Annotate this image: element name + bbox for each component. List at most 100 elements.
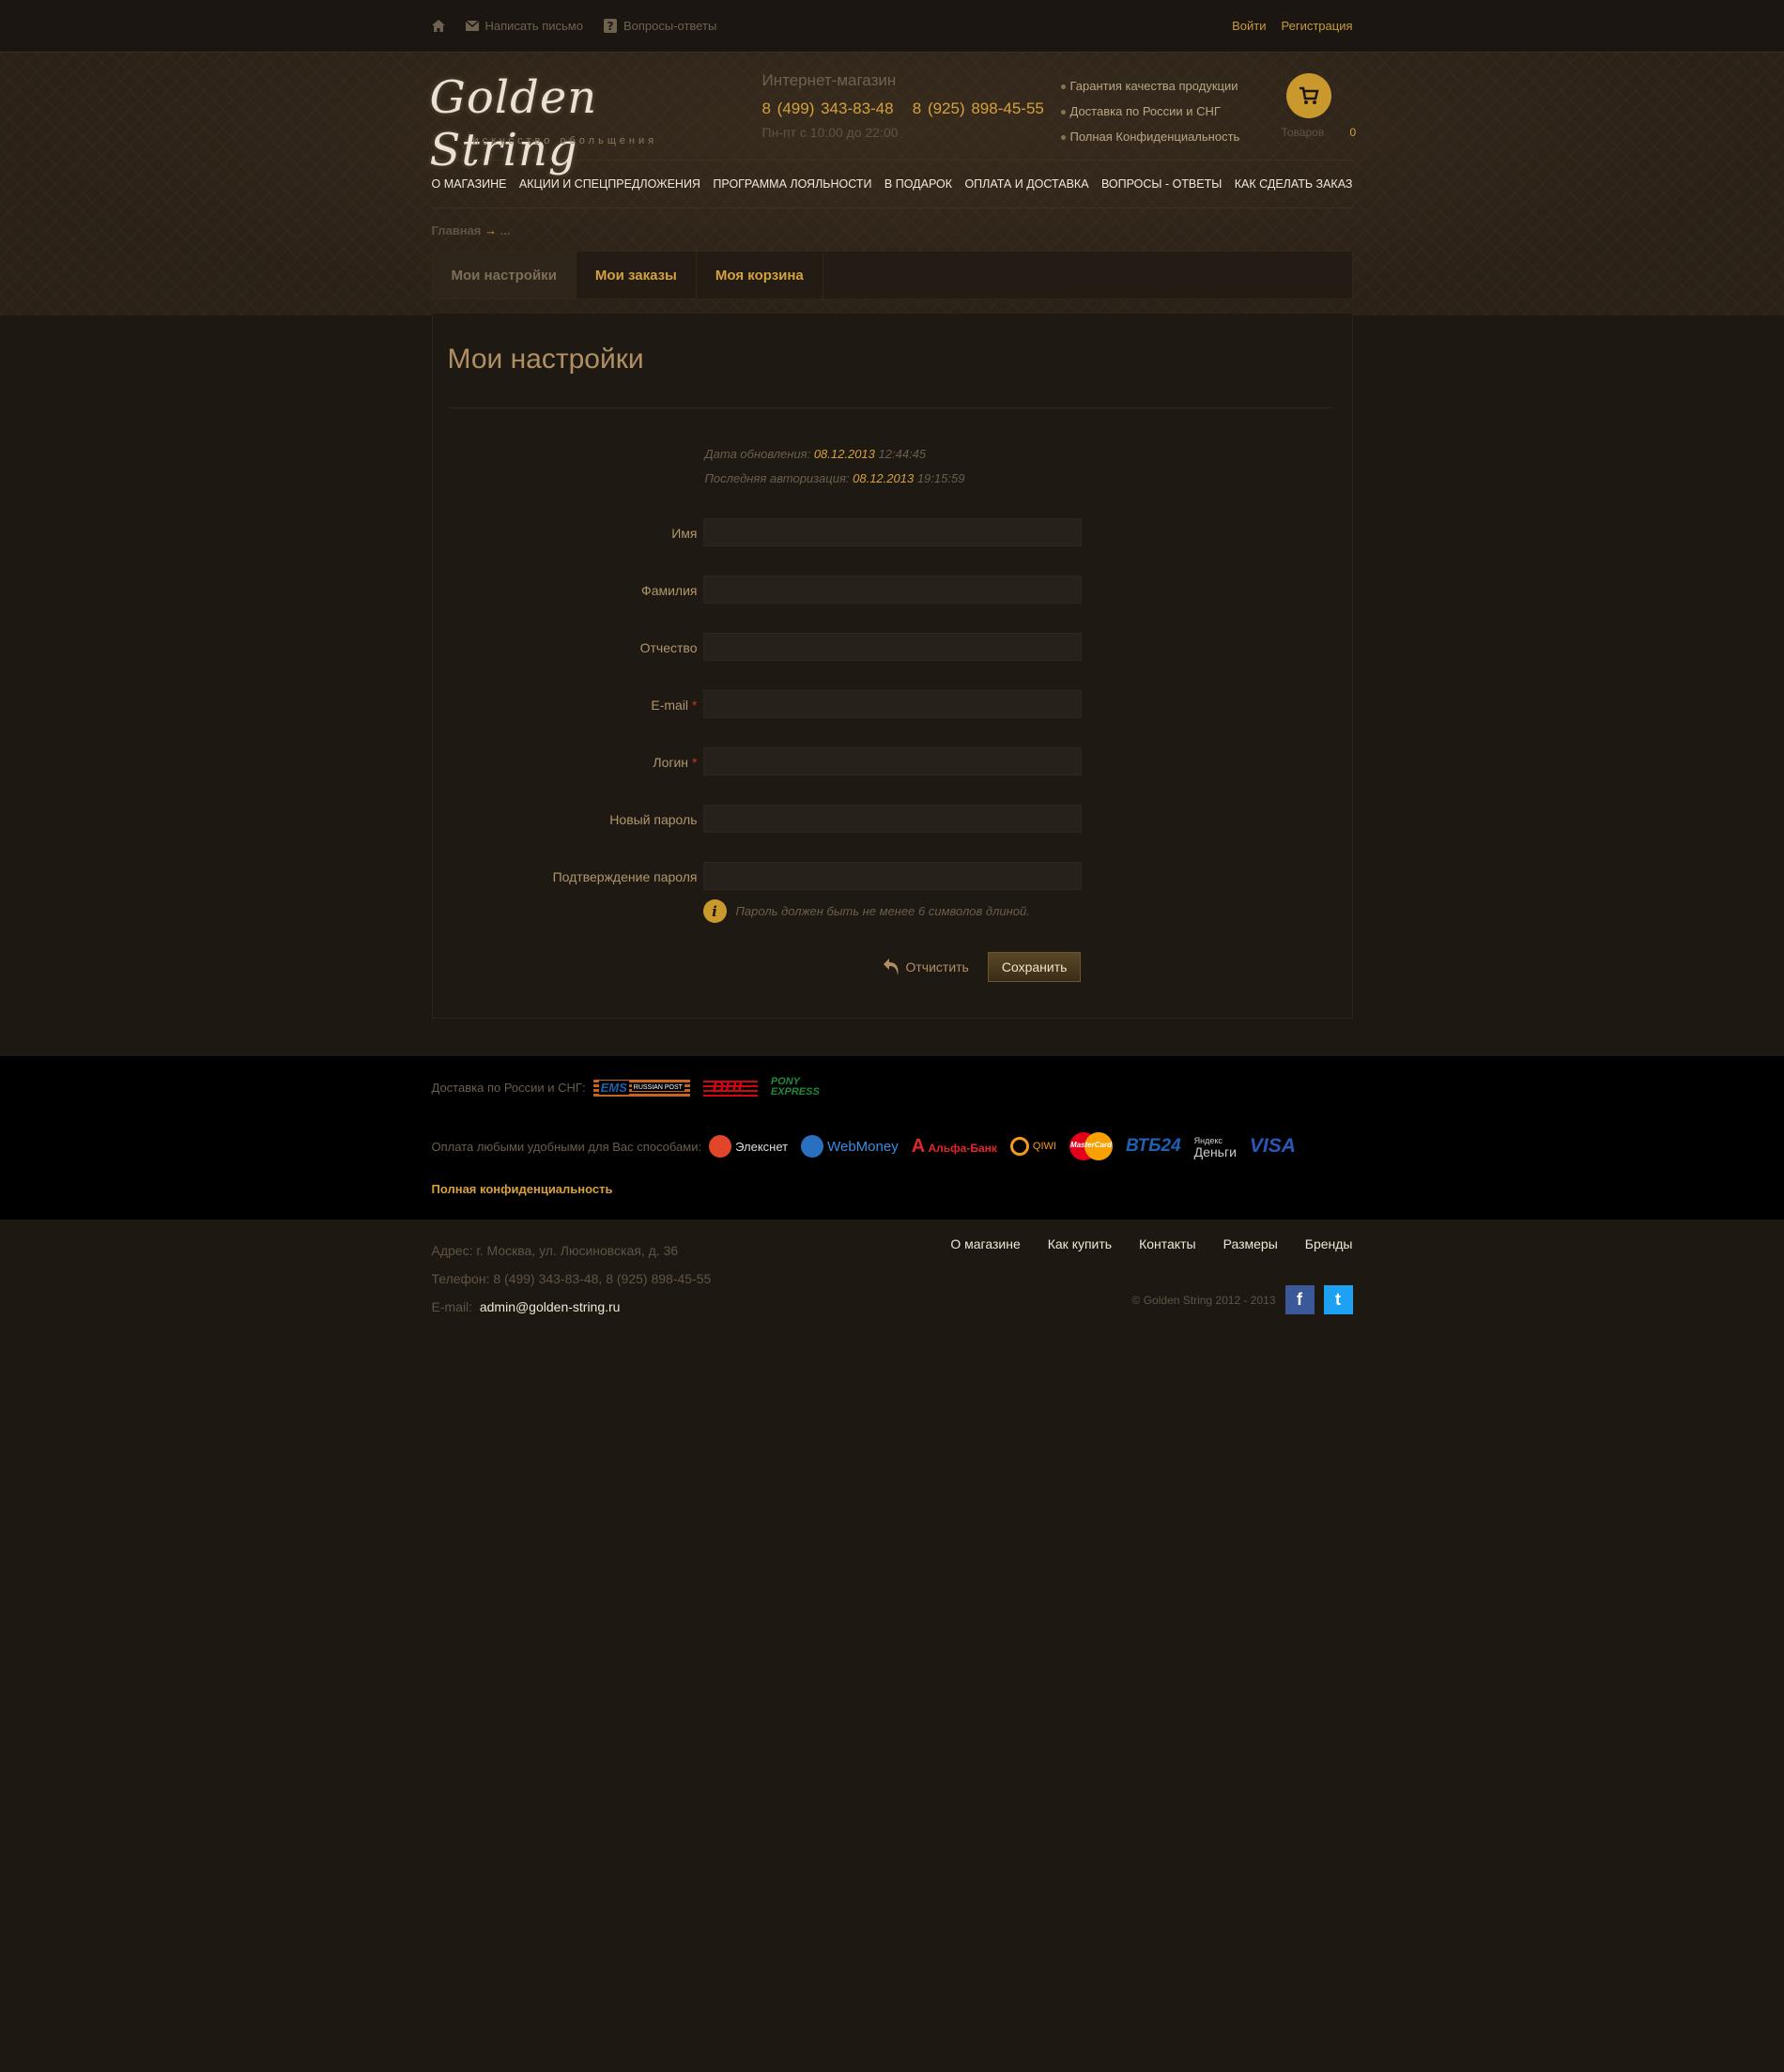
confirm-password-label: Подтверждение пароля [552,869,698,884]
clear-button[interactable]: Отчистить [882,957,969,977]
shop-phones: 8 (499) 343-83-48 8 (925) 898-45-55 [762,100,1044,118]
cart-label: Товаров [1281,126,1325,139]
form-row-first-name: Имя [433,518,1090,550]
cart-icon[interactable] [1285,73,1331,118]
facebook-icon[interactable]: f [1284,1285,1315,1314]
last-name-input[interactable] [702,576,1082,604]
first-name-label: Имя [671,526,698,541]
nav-faq[interactable]: Вопросы - ответы [1101,177,1222,191]
register-link[interactable]: Регистрация [1282,19,1353,33]
tab-cart[interactable]: Моя корзина [697,252,823,299]
form-actions: Отчистить Сохранить [882,952,1082,982]
form-row-last-name: Фамилия [433,576,1090,607]
privacy-link[interactable]: Полная конфиденциальность [432,1182,613,1196]
undo-icon [883,959,899,975]
feature-list: Гарантия качества продукции Доставка по … [1061,73,1240,149]
login-label: Логин * [653,755,698,770]
form-row-patronymic: Отчество [433,633,1090,665]
delivery-line: Доставка по России и СНГ: EMS RUSSIAN PO… [432,1077,820,1097]
pony-express-logo: PONY EXPRESS [770,1076,820,1097]
shop-contacts: Интернет-магазин 8 (499) 343-83-48 8 (92… [762,71,1044,140]
login-link[interactable]: Войти [1232,19,1266,33]
footer-email[interactable]: admin@golden-string.ru [480,1299,621,1314]
delivery-logos: EMS RUSSIAN POST DHL PONY EXPRESS [592,1076,820,1097]
tab-settings[interactable]: Мои настройки [432,252,577,299]
new-password-input[interactable] [702,805,1082,833]
breadcrumb-home[interactable]: Главная [432,223,482,238]
form-row-login: Логин * [433,747,1090,779]
ems-logo: EMS RUSSIAN POST [592,1078,690,1097]
nav-payment-delivery[interactable]: Оплата и доставка [964,177,1088,191]
top-bar: Написать письмо ? Вопросы-ответы Войти Р… [0,0,1784,53]
nav-loyalty[interactable]: Программа лояльности [713,177,871,191]
envelope-icon [465,21,479,31]
question-icon: ? [603,19,617,33]
form-row-email: E-mail * [433,690,1090,722]
cart-count: 0 [1349,126,1357,139]
footer-link-brands[interactable]: Бренды [1305,1236,1353,1251]
mastercard-logo: MasterCard [1069,1132,1113,1160]
write-letter-link[interactable]: Написать письмо [465,19,583,33]
required-mark: * [692,698,698,713]
footer-email-line: E-mail: admin@golden-string.ru [431,1299,621,1314]
email-label: E-mail * [651,698,698,713]
svg-text:?: ? [607,20,613,33]
copyright: © Golden String 2012 - 2013 [1131,1294,1276,1307]
page-title: Мои настройки [447,344,644,375]
phone-1: 8 (499) 343-83-48 [761,100,894,117]
payment-line: Оплата любыми удобными для Вас способами… [432,1132,1296,1160]
header: Golden String искусство обольщения Интер… [0,53,1784,315]
webmoney-logo: WebMoney [801,1135,899,1158]
vtb24-logo: ВТБ24 [1125,1136,1181,1156]
delivery-label: Доставка по России и СНГ: [431,1080,586,1095]
shop-hours: Пн-пт с 10:00 до 22:00 [761,125,899,140]
footer-links: О магазине Как купить Контакты Размеры Б… [950,1236,1352,1251]
footer-link-contacts[interactable]: Контакты [1139,1236,1195,1251]
form-row-confirm-password: Подтверждение пароля [433,862,1090,894]
dhl-logo: DHL [702,1078,758,1097]
footer-link-how-to-buy[interactable]: Как купить [1048,1236,1112,1251]
last-auth-line: Последняя авторизация: 08.12.2013 19:15:… [704,471,965,485]
footer-contacts: Адрес: г. Москва, ул. Люсиновская, д. 36… [432,1236,712,1321]
account-meta: Дата обновления: 08.12.2013 12:44:45 Пос… [705,442,965,491]
info-icon: i [702,899,727,923]
nav-how-to-order[interactable]: Как сделать заказ [1235,177,1353,191]
footer-link-sizes[interactable]: Размеры [1223,1236,1278,1251]
social-links: f t [1284,1285,1353,1314]
home-icon[interactable] [431,20,445,32]
patronymic-input[interactable] [702,633,1082,661]
twitter-icon[interactable]: t [1323,1285,1353,1314]
form-row-new-password: Новый пароль [433,805,1090,836]
feature-privacy: Полная Конфиденциальность [1061,124,1240,149]
login-input[interactable] [702,747,1082,775]
nav-gifts[interactable]: В подарок [884,177,952,191]
footer-link-about[interactable]: О магазине [950,1236,1020,1251]
account-tabs: Мои настройки Мои заказы Моя корзина [431,251,1353,299]
alfa-bank-logo: А Альфа-Банк [911,1135,997,1157]
footer-address: Адрес: г. Москва, ул. Люсиновская, д. 36 [431,1243,679,1258]
visa-logo: VISA [1249,1135,1296,1157]
delivery-payment-strip: Доставка по России и СНГ: EMS RUSSIAN PO… [0,1056,1784,1220]
nav-promotions[interactable]: Акции и спецпредложения [519,177,700,191]
logo[interactable]: Golden String искусство обольщения [426,64,727,177]
breadcrumb-current: ... [500,223,511,238]
first-name-input[interactable] [702,518,1082,546]
payment-label: Оплата любыми удобными для Вас способами… [431,1139,702,1154]
cart-widget[interactable]: Товаров 0 [1281,73,1356,148]
tab-orders[interactable]: Мои заказы [577,252,697,299]
feature-quality: Гарантия качества продукции [1061,73,1240,99]
logo-tagline: искусство обольщения [472,135,658,146]
feature-delivery: Доставка по России и СНГ [1061,99,1240,124]
breadcrumb-arrow: → [484,223,497,238]
required-mark: * [692,755,698,770]
payment-logos: Элекснет WebMoney А Альфа-Банк QIWI Mast… [709,1132,1296,1160]
nav-about[interactable]: О магазине [432,177,507,191]
faq-link[interactable]: ? Вопросы-ответы [603,19,716,33]
qiwi-logo: QIWI [1009,1137,1056,1156]
updated-line: Дата обновления: 08.12.2013 12:44:45 [704,447,927,461]
confirm-password-input[interactable] [702,862,1082,890]
eleksnet-logo: Элекснет [709,1135,788,1158]
email-input[interactable] [702,690,1082,718]
footer-phone: Телефон: 8 (499) 343-83-48, 8 (925) 898-… [431,1271,712,1286]
save-button[interactable]: Сохранить [987,952,1082,982]
